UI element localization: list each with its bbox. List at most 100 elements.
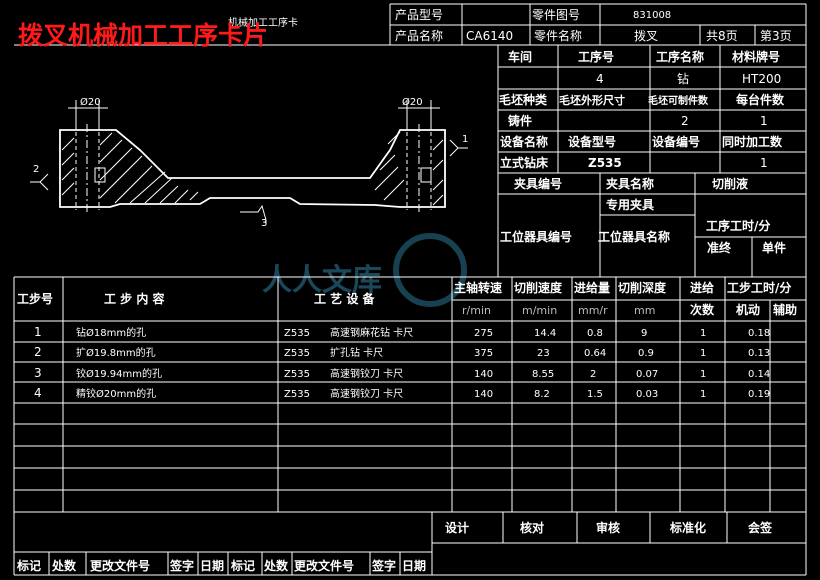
table-row: 1 钻Ø18mm的孔 Z535 高速钢麻花钻 卡尺 275 14.4 0.8 9…: [34, 325, 770, 339]
unit-speed: r/min: [462, 304, 491, 317]
unit-depth: mm: [634, 304, 655, 317]
datum-label-1: 1: [462, 134, 468, 145]
page-number: 第3页: [760, 29, 792, 43]
step-cutting-speed: 23: [537, 348, 550, 359]
material-value: HT200: [742, 72, 781, 86]
material-label: 材料牌号: [731, 49, 780, 64]
part-drawing-no-value: 831008: [633, 10, 671, 21]
op-name-label: 工序名称: [656, 49, 704, 64]
rev-count-2: 处数: [263, 558, 289, 573]
step-machine: Z535: [284, 369, 310, 380]
blank-type-label: 毛坯种类: [499, 92, 548, 107]
workshop-label: 车间: [508, 49, 532, 64]
step-no: 4: [34, 386, 42, 400]
step-tool: 高速钢铰刀 卡尺: [330, 387, 403, 400]
coolant-label: 切削液: [712, 176, 748, 191]
dim-right-diameter: Ø20: [402, 96, 423, 108]
op-time-label: 工序工时/分: [706, 218, 770, 233]
step-passes: 1: [700, 348, 706, 359]
step-tool: 高速钢铰刀 卡尺: [330, 367, 403, 380]
concurrent-label: 同时加工数: [722, 134, 783, 149]
sign-review: 审核: [596, 520, 620, 535]
rev-signature-2: 签字: [371, 558, 396, 573]
table-row: 2 扩Ø19.8mm的孔 Z535 扩孔钻 卡尺 375 23 0.64 0.9…: [34, 345, 770, 359]
rev-mark-2: 标记: [230, 558, 255, 573]
rev-signature-1: 签字: [169, 558, 194, 573]
step-speed: 140: [474, 369, 493, 380]
step-speed: 375: [474, 348, 493, 359]
step-no: 3: [34, 366, 42, 380]
col-spindle-speed: 主轴转速: [454, 280, 502, 295]
step-cutting-speed: 8.2: [534, 389, 550, 400]
datum-label-2: 2: [33, 164, 39, 175]
step-feed: 0.64: [584, 348, 606, 359]
step-content: 精铰Ø20mm的孔: [76, 387, 156, 400]
col-depth: 切削深度: [618, 280, 667, 295]
equip-model-value: Z535: [588, 156, 622, 170]
step-passes: 1: [700, 328, 706, 339]
product-model-label: 产品型号: [395, 8, 443, 22]
col-equipment: 工 艺 设 备: [314, 291, 376, 306]
banner-title: 拨叉机械加工工序卡片: [18, 21, 268, 50]
step-tool: 扩孔钻 卡尺: [330, 346, 383, 359]
table-row: 4 精铰Ø20mm的孔 Z535 高速钢铰刀 卡尺 140 8.2 1.5 0.…: [34, 386, 770, 400]
datum-label-3: 3: [261, 218, 267, 229]
step-depth: 0.07: [636, 369, 658, 380]
step-content: 钻Ø18mm的孔: [76, 326, 146, 339]
col-step-time: 工步工时/分: [727, 280, 791, 295]
step-speed: 275: [474, 328, 493, 339]
step-passes: 1: [700, 369, 706, 380]
step-passes: 1: [700, 389, 706, 400]
col-step-no: 工步号: [17, 291, 53, 306]
step-machine: Z535: [284, 328, 310, 339]
station-tool-name-label: 工位器具名称: [598, 229, 670, 244]
col-passes-1: 进给: [690, 280, 714, 295]
equip-model-label: 设备型号: [568, 134, 616, 149]
unit-cutting: m/min: [522, 304, 557, 317]
part-name-label: 零件名称: [534, 28, 582, 43]
rev-count-1: 处数: [51, 558, 77, 573]
op-no-value: 4: [596, 72, 604, 86]
station-tool-no-label: 工位器具编号: [500, 229, 572, 244]
step-no: 2: [34, 345, 42, 359]
per-unit-label: 每台件数: [736, 92, 785, 107]
rev-date-2: 日期: [402, 558, 426, 573]
unit-time-label: 单件: [762, 240, 786, 255]
prep-time-label: 准终: [707, 240, 732, 255]
blank-type-value: 铸件: [508, 113, 532, 128]
part-drawing-no-label: 零件图号: [532, 8, 580, 22]
step-depth: 0.9: [638, 348, 654, 359]
table-row: 3 铰Ø19.94mm的孔 Z535 高速钢铰刀 卡尺 140 8.55 2 0…: [34, 366, 770, 380]
equip-no-label: 设备编号: [652, 134, 700, 149]
part-drawing: [30, 100, 468, 224]
col-feed: 进给量: [574, 280, 610, 295]
step-cutting-speed: 14.4: [534, 328, 556, 339]
rev-date-1: 日期: [200, 558, 224, 573]
step-no: 1: [34, 325, 42, 339]
sign-countersign: 会签: [748, 520, 773, 535]
unit-feed: mm/r: [578, 304, 608, 317]
step-tool: 高速钢麻花钻 卡尺: [330, 326, 413, 339]
sign-proof: 核对: [520, 520, 544, 535]
total-pages: 共8页: [706, 29, 738, 43]
equip-name-value: 立式钻床: [500, 155, 549, 170]
equip-name-label: 设备名称: [500, 134, 548, 149]
fixture-no-label: 夹具编号: [514, 176, 562, 191]
sign-standard: 标准化: [669, 520, 706, 535]
header-grid: [14, 3, 807, 575]
product-name-label: 产品名称: [395, 28, 443, 43]
op-no-label: 工序号: [578, 49, 614, 64]
process-card: 机械加工工序卡 产品型号 零件图号 831008 产品名称 CA6140 零件名…: [13, 3, 807, 576]
col-content: 工 步 内 容: [104, 291, 165, 306]
op-name-value: 钻: [677, 71, 689, 86]
step-feed: 1.5: [587, 389, 603, 400]
per-unit-value: 1: [760, 114, 768, 128]
rev-doc-no-2: 更改文件号: [294, 558, 354, 573]
step-speed: 140: [474, 389, 493, 400]
fixture-name-label: 夹具名称: [606, 176, 654, 191]
dim-left-diameter: Ø20: [80, 96, 101, 108]
col-passes-2: 次数: [690, 302, 715, 317]
step-feed: 2: [590, 369, 596, 380]
rev-mark-1: 标记: [16, 558, 41, 573]
col-machine-time: 机动: [736, 302, 760, 317]
